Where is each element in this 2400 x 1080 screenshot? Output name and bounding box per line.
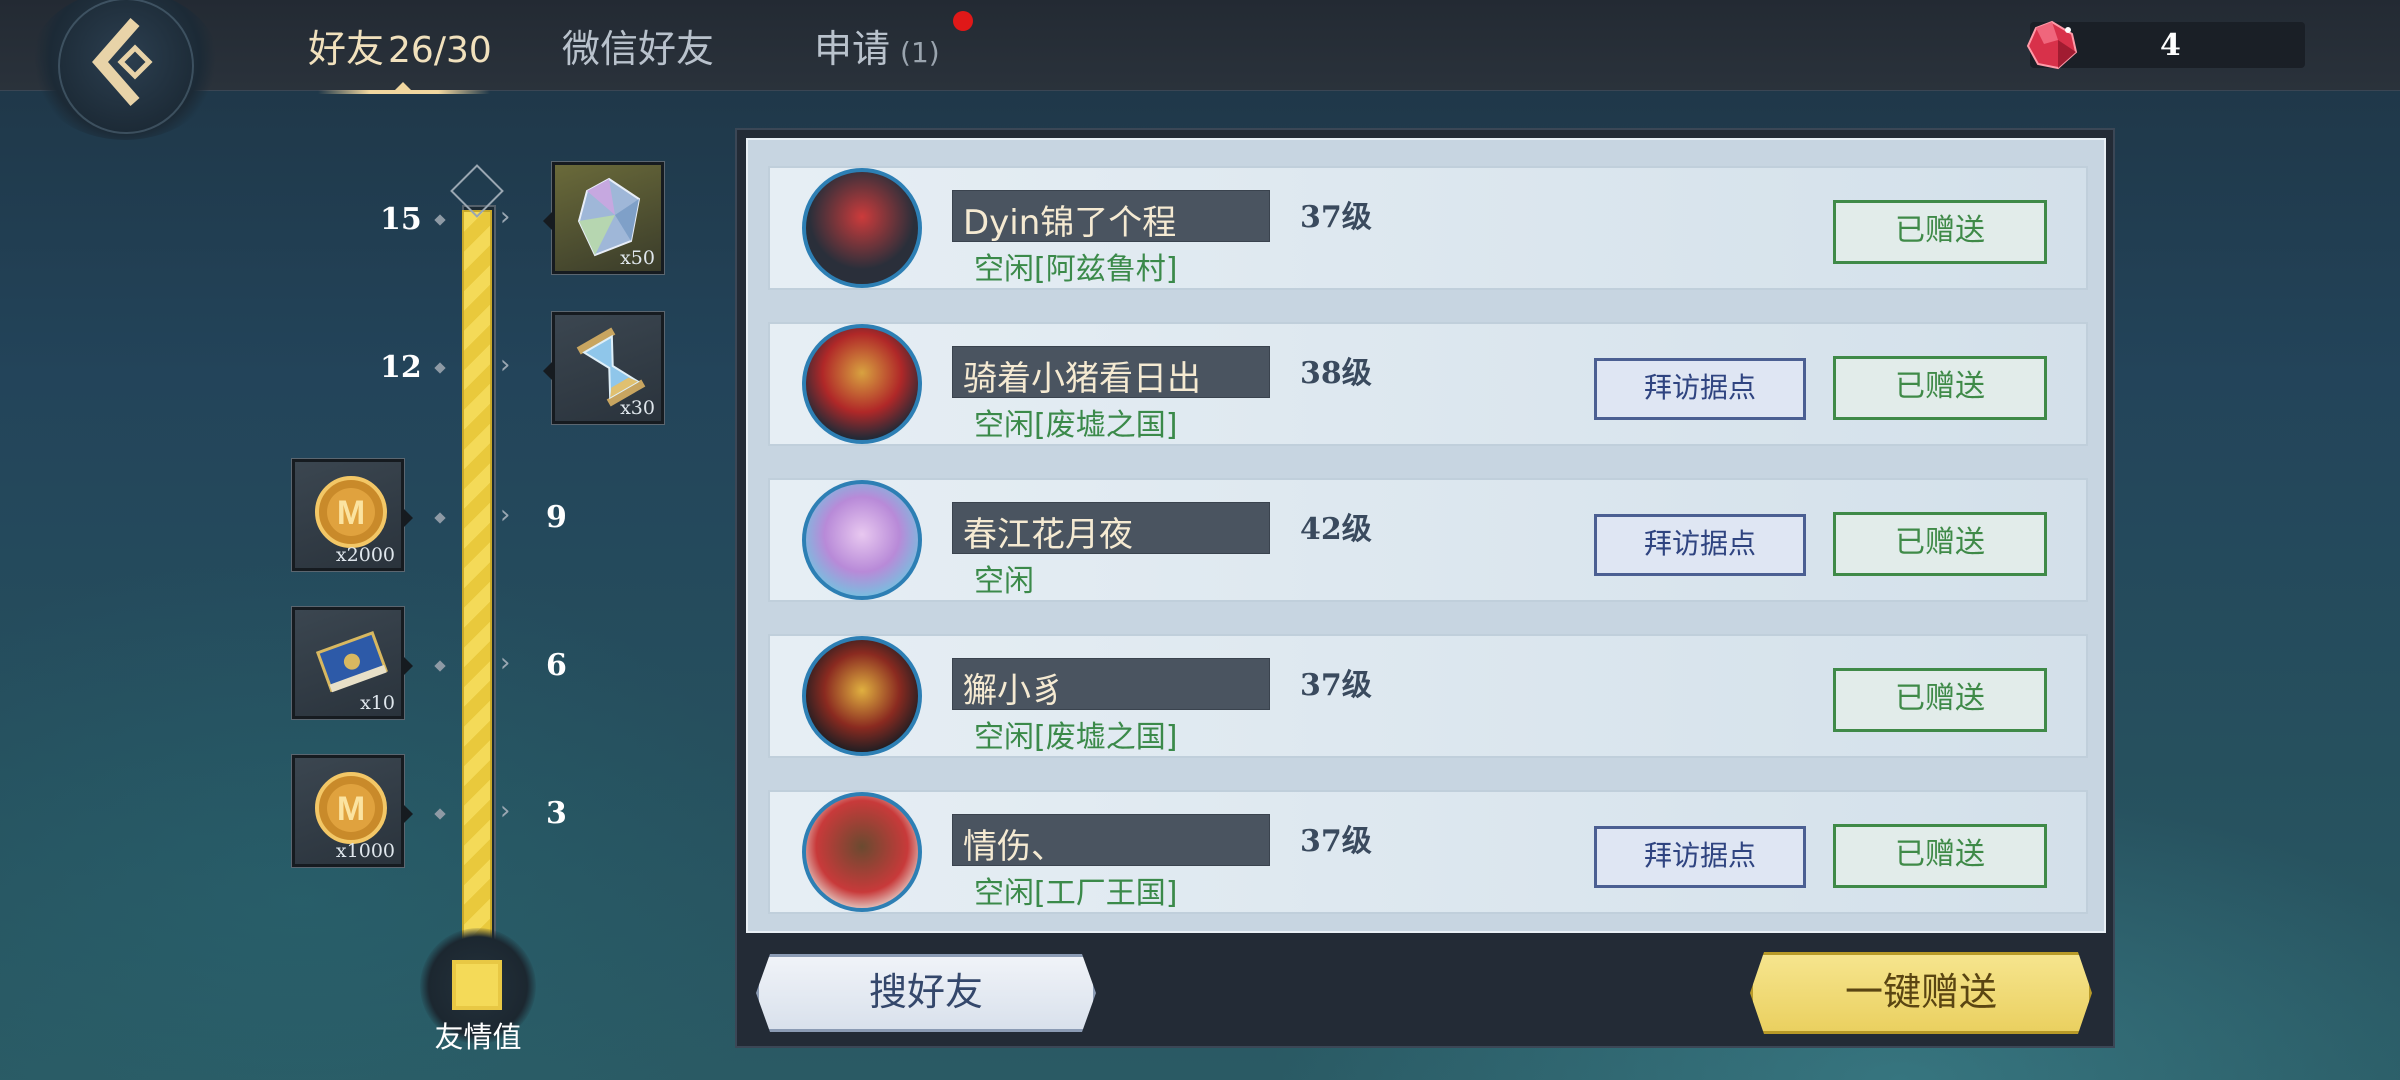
tab-requests-label: 申请 bbox=[814, 27, 891, 71]
tick-marker bbox=[434, 362, 446, 374]
friend-level: 37级 bbox=[1300, 200, 1372, 235]
friends-list[interactable]: Dyin锦了个程 37级 空闲[阿兹鲁村] 已赠送 骑着小猪看日出 38级 空闲… bbox=[746, 138, 2106, 933]
reward-3[interactable]: M x1000 bbox=[292, 755, 413, 867]
visit-base-button[interactable]: 拜访据点 bbox=[1594, 358, 1806, 420]
reward-qty: x50 bbox=[620, 247, 655, 269]
friend-name-box: 獬小豸 bbox=[952, 658, 1270, 711]
friend-avatar[interactable] bbox=[802, 636, 922, 756]
tick-marker bbox=[434, 214, 446, 226]
friend-level: 42级 bbox=[1300, 512, 1372, 547]
friend-row[interactable]: 情伤、 37级 空闲[工厂王国] 拜访据点 已赠送 bbox=[768, 790, 2088, 914]
reward-qty: x10 bbox=[360, 692, 395, 714]
friend-row[interactable]: 春江花月夜 42级 空闲 拜访据点 已赠送 bbox=[768, 478, 2088, 602]
reward-6[interactable]: x10 bbox=[292, 607, 413, 719]
tab-wechat-friends-label: 微信好友 bbox=[562, 27, 715, 71]
friend-row[interactable]: Dyin锦了个程 37级 空闲[阿兹鲁村] 已赠送 bbox=[768, 166, 2088, 290]
tab-friends-label: 好友 bbox=[308, 27, 385, 71]
svg-text:M: M bbox=[337, 494, 365, 532]
tab-requests-count: (1) bbox=[900, 36, 940, 69]
friend-name-box: Dyin锦了个程 bbox=[952, 190, 1270, 243]
friend-level: 37级 bbox=[1300, 668, 1372, 703]
tab-wechat-friends[interactable]: 微信好友 bbox=[562, 18, 714, 74]
tab-friends[interactable]: 好友 26/30 bbox=[308, 18, 492, 74]
tick-chevron-icon: › bbox=[500, 350, 511, 380]
reward-qty: x30 bbox=[620, 397, 655, 419]
reward-12[interactable]: x30 bbox=[543, 312, 664, 424]
back-arrow-icon bbox=[92, 18, 153, 106]
currency-display: 4 bbox=[2026, 20, 2305, 70]
friend-name: 骑着小猪看日出 bbox=[963, 359, 1201, 399]
search-friend-button[interactable]: 搜好友 bbox=[756, 954, 1096, 1032]
friend-avatar[interactable] bbox=[802, 792, 922, 912]
friend-name: 春江花月夜 bbox=[963, 515, 1133, 555]
active-tab-caret bbox=[395, 82, 411, 90]
friend-level: 38级 bbox=[1300, 356, 1372, 391]
friend-avatar[interactable] bbox=[802, 168, 922, 288]
friendship-progress-fill bbox=[462, 210, 492, 960]
svg-text:M: M bbox=[337, 790, 365, 828]
friend-status: 空闲 bbox=[974, 564, 1034, 599]
currency-value: 4 bbox=[2160, 28, 2181, 63]
reward-pointer bbox=[403, 804, 413, 824]
tick-chevron-icon: › bbox=[500, 500, 511, 530]
tick-label-9: 9 bbox=[546, 500, 567, 535]
notification-dot bbox=[953, 11, 973, 31]
reward-15[interactable]: x50 bbox=[543, 162, 664, 274]
friend-name: Dyin锦了个程 bbox=[963, 203, 1177, 243]
reward-pointer bbox=[543, 361, 553, 381]
reward-pointer bbox=[403, 508, 413, 528]
reward-9[interactable]: M x2000 bbox=[292, 459, 413, 571]
friend-name-box: 春江花月夜 bbox=[952, 502, 1270, 555]
friend-name: 情伤、 bbox=[963, 827, 1065, 867]
friend-avatar[interactable] bbox=[802, 324, 922, 444]
friend-name-box: 骑着小猪看日出 bbox=[952, 346, 1270, 399]
visit-base-button[interactable]: 拜访据点 bbox=[1594, 514, 1806, 576]
visit-base-button[interactable]: 拜访据点 bbox=[1594, 826, 1806, 888]
friend-status: 空闲[废墟之国] bbox=[974, 720, 1178, 755]
tick-chevron-icon: › bbox=[500, 202, 511, 232]
tick-label-12: 12 bbox=[380, 350, 422, 385]
tab-requests[interactable]: 申请 (1) bbox=[814, 18, 940, 74]
reward-pointer bbox=[543, 211, 553, 231]
active-tab-underline bbox=[318, 90, 490, 94]
gift-button[interactable]: 已赠送 bbox=[1833, 356, 2047, 420]
friend-status: 空闲[废墟之国] bbox=[974, 408, 1178, 443]
reward-qty: x2000 bbox=[335, 544, 395, 566]
friend-name-box: 情伤、 bbox=[952, 814, 1270, 867]
friend-level: 37级 bbox=[1300, 824, 1372, 859]
friend-row[interactable]: 獬小豸 37级 空闲[废墟之国] 已赠送 bbox=[768, 634, 2088, 758]
friend-status: 空闲[工厂王国] bbox=[974, 876, 1178, 911]
back-button[interactable] bbox=[30, 0, 220, 140]
reward-pointer bbox=[403, 656, 413, 676]
friendship-knob-square bbox=[452, 960, 502, 1010]
tick-chevron-icon: › bbox=[500, 648, 511, 678]
friend-row[interactable]: 骑着小猪看日出 38级 空闲[废墟之国] 拜访据点 已赠送 bbox=[768, 322, 2088, 446]
tab-friends-count: 26/30 bbox=[388, 30, 492, 71]
tick-marker bbox=[434, 808, 446, 820]
tick-marker bbox=[434, 660, 446, 672]
tick-label-6: 6 bbox=[546, 648, 567, 683]
gift-button[interactable]: 已赠送 bbox=[1833, 512, 2047, 576]
friendship-label: 友情值 bbox=[434, 1020, 522, 1054]
gift-button[interactable]: 已赠送 bbox=[1833, 824, 2047, 888]
one-click-gift-button[interactable]: 一键赠送 bbox=[1750, 952, 2092, 1034]
tick-marker bbox=[434, 512, 446, 524]
tick-chevron-icon: › bbox=[500, 796, 511, 826]
red-gem-icon bbox=[2026, 20, 2078, 70]
gift-button[interactable]: 已赠送 bbox=[1833, 200, 2047, 264]
tick-label-3: 3 bbox=[546, 796, 567, 831]
gift-button[interactable]: 已赠送 bbox=[1833, 668, 2047, 732]
friend-avatar[interactable] bbox=[802, 480, 922, 600]
friend-name: 獬小豸 bbox=[963, 671, 1065, 711]
tick-label-15: 15 bbox=[380, 202, 422, 237]
reward-qty: x1000 bbox=[335, 840, 395, 862]
friend-status: 空闲[阿兹鲁村] bbox=[974, 252, 1178, 287]
